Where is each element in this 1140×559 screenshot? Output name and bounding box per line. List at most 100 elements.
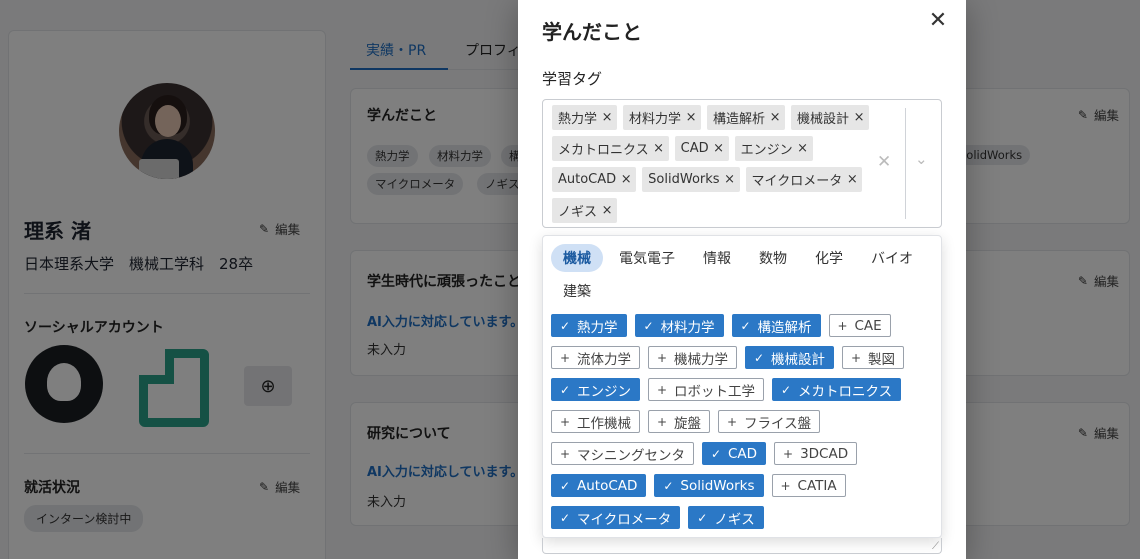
check-icon: ✓ <box>559 510 571 525</box>
tag-option-selected[interactable]: ✓ ノギス <box>688 506 764 529</box>
check-icon: ✓ <box>663 478 674 493</box>
tag-option-label: 流体力学 <box>577 351 631 368</box>
tag-option-label: マイクロメータ <box>577 511 672 528</box>
selected-tag-label: 材料力学 <box>629 112 682 127</box>
plus-icon: + <box>783 446 794 461</box>
tag-multiselect[interactable]: 熱力学 × 材料力学 × 構造解析 × 機械設計 × メカトロニクス × CAD × エンジン × Auto… <box>542 99 942 228</box>
tag-option[interactable]: + 旋盤 <box>648 410 710 433</box>
tag-option-label: 材料力学 <box>660 319 715 336</box>
plus-icon: + <box>559 446 571 461</box>
tag-option-label: フライス盤 <box>744 415 812 432</box>
plus-icon: + <box>559 414 571 429</box>
category-tabs: 機械 電気電子 情報 数物 化学 バイオ建築 <box>551 244 936 305</box>
selected-tags: 熱力学 × 材料力学 × 構造解析 × 機械設計 × メカトロニクス × CAD × エンジン × Auto… <box>552 105 870 223</box>
tag-option-selected[interactable]: ✓ AutoCAD <box>551 474 647 497</box>
selected-tag-label: 機械設計 <box>797 112 850 127</box>
divider <box>905 108 906 219</box>
tag-option-label: 旋盤 <box>674 415 701 432</box>
tag-option-label: 3DCAD <box>800 445 849 462</box>
remove-tag-icon[interactable]: × <box>842 172 862 187</box>
selected-tag-label: 構造解析 <box>713 112 766 127</box>
category-tab[interactable]: 機械 <box>551 244 603 272</box>
tag-option-label: ノギス <box>714 511 755 528</box>
close-button[interactable]: ✕ <box>926 8 950 33</box>
remove-tag-icon[interactable]: × <box>793 141 813 156</box>
tag-option-selected[interactable]: ✓ 熱力学 <box>551 314 627 337</box>
clear-icon[interactable]: ✕ <box>877 152 891 172</box>
tag-option[interactable]: + 工作機械 <box>551 410 640 433</box>
remove-tag-icon[interactable]: × <box>616 172 636 187</box>
tag-option[interactable]: + 製図 <box>842 346 904 369</box>
remove-tag-icon[interactable]: × <box>720 172 740 187</box>
textarea[interactable]: ⟋ <box>542 538 942 554</box>
tag-option[interactable]: + 流体力学 <box>551 346 640 369</box>
tag-option-label: CAE <box>854 317 882 334</box>
remove-tag-icon[interactable]: × <box>765 110 785 125</box>
tag-option[interactable]: +3DCAD <box>774 442 858 465</box>
remove-tag-icon[interactable]: × <box>597 203 617 218</box>
category-tab[interactable]: 情報 <box>691 244 743 272</box>
check-icon: ✓ <box>559 478 571 493</box>
chevron-down-icon[interactable]: ⌄ <box>915 150 928 168</box>
tag-option-selected[interactable]: ✓ 構造解析 <box>731 314 821 337</box>
tag-option-selected[interactable]: ✓ マイクロメータ <box>551 506 681 529</box>
check-icon: ✓ <box>780 382 792 397</box>
tag-option[interactable]: + フライス盤 <box>718 410 821 433</box>
tag-dropdown: 機械 電気電子 情報 数物 化学 バイオ 建築 ✓ 熱力学 ✓ 材料力学 ✓ 構造解析 + CAE + 流体力… <box>542 235 942 538</box>
selected-tag-label: マイクロメータ <box>751 174 843 189</box>
field-label: 学習タグ <box>542 70 603 88</box>
selected-tag-chip: メカトロニクス × <box>552 136 669 161</box>
learned-modal: 学んだこと ✕ 学習タグ 熱力学 × 材料力学 × 構造解析 × 機械設計 × メカトロニクス ×… <box>518 0 966 559</box>
selected-tag-chip: マイクロメータ × <box>745 167 863 192</box>
tag-option-selected[interactable]: ✓ 材料力学 <box>634 314 724 337</box>
tag-option[interactable]: + CAE <box>828 314 891 337</box>
selected-tag-chip: AutoCAD × <box>552 167 637 192</box>
check-icon: ✓ <box>740 318 751 333</box>
tag-option-selected[interactable]: ✓ エンジン <box>551 378 640 401</box>
check-icon: ✓ <box>753 350 765 365</box>
category-tab[interactable]: 建築 <box>551 277 603 305</box>
selected-tag-label: CAD <box>680 141 709 156</box>
tag-option-label: 工作機械 <box>577 415 631 432</box>
selected-tag-label: AutoCAD <box>558 172 617 187</box>
tag-option-selected[interactable]: ✓ 機械設計 <box>745 346 834 369</box>
plus-icon: + <box>656 350 668 365</box>
selected-tag-label: 熱力学 <box>558 112 598 127</box>
remove-tag-icon[interactable]: × <box>681 110 701 125</box>
tag-option-selected[interactable]: ✓ CAD <box>702 442 767 465</box>
plus-icon: + <box>656 414 668 429</box>
tag-option[interactable]: + マシニングセンタ <box>551 442 694 465</box>
category-tab[interactable]: 化学 <box>803 244 855 272</box>
remove-tag-icon[interactable]: × <box>649 141 669 156</box>
selected-tag-chip: 構造解析 × <box>707 105 786 130</box>
selected-tag-label: ノギス <box>558 205 598 220</box>
tag-option[interactable]: + ロボット工学 <box>648 378 764 401</box>
tag-option[interactable]: + CATIA <box>771 474 846 497</box>
selected-tag-label: エンジン <box>740 143 793 158</box>
category-tab[interactable]: 電気電子 <box>607 244 687 272</box>
check-icon: ✓ <box>559 318 571 333</box>
selected-tag-chip: CAD × <box>674 136 729 161</box>
selected-tag-chip: 熱力学 × <box>552 105 618 130</box>
plus-icon: + <box>559 350 571 365</box>
check-icon: ✓ <box>710 446 722 461</box>
remove-tag-icon[interactable]: × <box>597 110 617 125</box>
plus-icon: + <box>850 350 862 365</box>
selected-tag-chip: 機械設計 × <box>791 105 870 130</box>
tag-option-selected[interactable]: ✓ SolidWorks <box>654 474 764 497</box>
remove-tag-icon[interactable]: × <box>849 110 869 125</box>
selected-tag-chip: SolidWorks × <box>642 167 740 192</box>
category-tab[interactable]: 数物 <box>747 244 799 272</box>
tag-option-label: 構造解析 <box>757 319 812 336</box>
tag-option[interactable]: + 機械力学 <box>648 346 737 369</box>
tag-option-label: ロボット工学 <box>674 383 755 400</box>
plus-icon: + <box>726 414 738 429</box>
resize-handle-icon[interactable]: ⟋ <box>932 541 939 552</box>
modal-title: 学んだこと <box>542 20 642 44</box>
selected-tag-chip: エンジン × <box>734 136 813 161</box>
check-icon: ✓ <box>697 510 708 525</box>
tag-option-label: エンジン <box>577 383 631 400</box>
tag-option-selected[interactable]: ✓ メカトロニクス <box>772 378 902 401</box>
remove-tag-icon[interactable]: × <box>709 141 729 156</box>
category-tab[interactable]: バイオ <box>859 244 925 272</box>
